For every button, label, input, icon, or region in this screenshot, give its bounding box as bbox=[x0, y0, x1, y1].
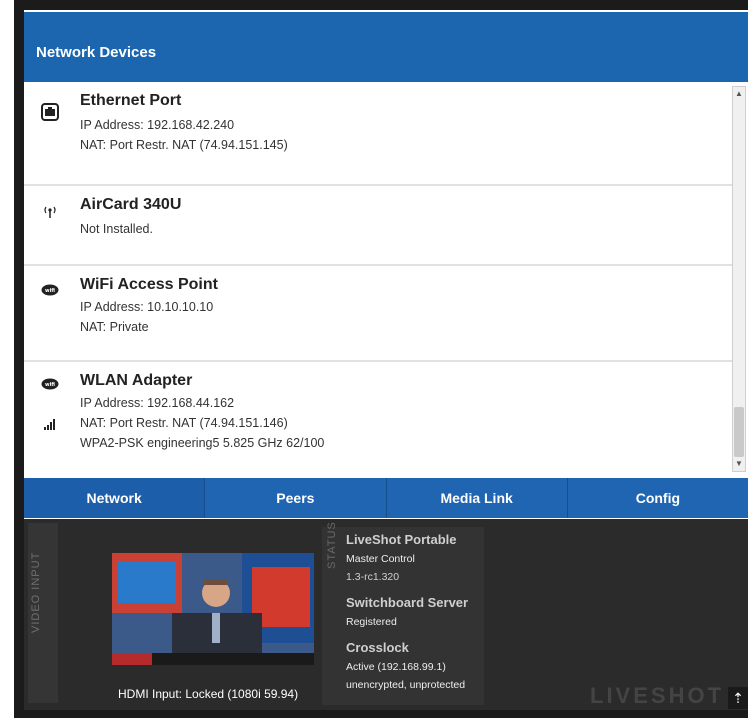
app-title: LiveShot Portable bbox=[346, 532, 457, 547]
device-detail: NAT: Private bbox=[80, 320, 149, 334]
device-detail: NAT: Port Restr. NAT (74.94.151.145) bbox=[80, 138, 288, 152]
list-item-aircard[interactable]: AirCard 340U Not Installed. bbox=[24, 186, 732, 266]
ethernet-icon bbox=[40, 102, 60, 122]
liveshot-logo: LIVESHOT bbox=[590, 683, 725, 708]
crosslock-title: Crosslock bbox=[346, 640, 409, 655]
tab-bar: Network Peers Media Link Config bbox=[24, 478, 748, 518]
video-input-label: VIDEO INPUT bbox=[28, 523, 58, 703]
antenna-icon bbox=[40, 202, 60, 222]
device-name: AirCard 340U bbox=[80, 196, 182, 213]
page-title: Network Devices bbox=[24, 12, 748, 82]
app-version: 1.3-rc1.320 bbox=[346, 571, 400, 583]
switchboard-status: Registered bbox=[346, 616, 397, 628]
device-name: WiFi Access Point bbox=[80, 276, 218, 293]
scroll-thumb[interactable] bbox=[734, 407, 744, 457]
hdmi-status: HDMI Input: Locked (1080i 59.94) bbox=[118, 687, 299, 701]
list-item-ethernet[interactable]: Ethernet Port IP Address: 192.168.42.240… bbox=[24, 82, 732, 186]
window-border-bottom bbox=[14, 710, 748, 718]
tab-config[interactable]: Config bbox=[567, 478, 748, 518]
window-border-left bbox=[14, 0, 24, 718]
app-role: Master Control bbox=[346, 553, 415, 565]
video-input-text: VIDEO INPUT bbox=[30, 551, 42, 633]
wifi-icon: wifi bbox=[40, 374, 60, 394]
tab-media-link[interactable]: Media Link bbox=[386, 478, 568, 518]
switchboard-title: Switchboard Server bbox=[346, 595, 469, 610]
scroll-down-icon[interactable]: ▼ bbox=[733, 457, 745, 471]
tab-peers[interactable]: Peers bbox=[205, 478, 387, 518]
window-border-top bbox=[14, 0, 748, 10]
video-preview bbox=[112, 553, 314, 665]
device-name: Ethernet Port bbox=[80, 92, 182, 109]
upload-icon[interactable]: ⇡ bbox=[728, 687, 748, 709]
device-detail: IP Address: 192.168.44.162 bbox=[80, 396, 235, 410]
signal-bars-icon bbox=[40, 414, 60, 434]
crosslock-status: Active (192.168.99.1) bbox=[346, 661, 446, 673]
scroll-up-icon[interactable]: ▲ bbox=[733, 87, 745, 101]
app-window: Network Devices Ethernet Port IP Address… bbox=[0, 0, 748, 728]
tab-network[interactable]: Network bbox=[24, 478, 206, 518]
scrollbar[interactable]: ▲ ▼ bbox=[732, 86, 746, 472]
device-name: WLAN Adapter bbox=[80, 372, 193, 389]
status-label: STATUS bbox=[326, 521, 338, 569]
device-list[interactable]: Ethernet Port IP Address: 192.168.42.240… bbox=[24, 82, 732, 477]
list-item-wlan-adapter[interactable]: wifi WLAN Adapter IP Address: 192.168.44… bbox=[24, 362, 732, 477]
status-area: VIDEO INPUT HDMI Input: Locked (1080i 59… bbox=[24, 519, 748, 710]
device-detail: IP Address: 192.168.42.240 bbox=[80, 118, 235, 132]
svg-text:wifi: wifi bbox=[45, 288, 55, 294]
device-detail: WPA2-PSK engineering5 5.825 GHz 62/100 bbox=[80, 436, 325, 450]
device-detail: Not Installed. bbox=[80, 222, 153, 236]
crosslock-security: unencrypted, unprotected bbox=[346, 679, 466, 691]
svg-text:wifi: wifi bbox=[45, 382, 55, 388]
device-detail: IP Address: 10.10.10.10 bbox=[80, 300, 214, 314]
list-item-wifi-access-point[interactable]: wifi WiFi Access Point IP Address: 10.10… bbox=[24, 266, 732, 362]
device-detail: NAT: Port Restr. NAT (74.94.151.146) bbox=[80, 416, 288, 430]
wifi-icon: wifi bbox=[40, 280, 60, 300]
